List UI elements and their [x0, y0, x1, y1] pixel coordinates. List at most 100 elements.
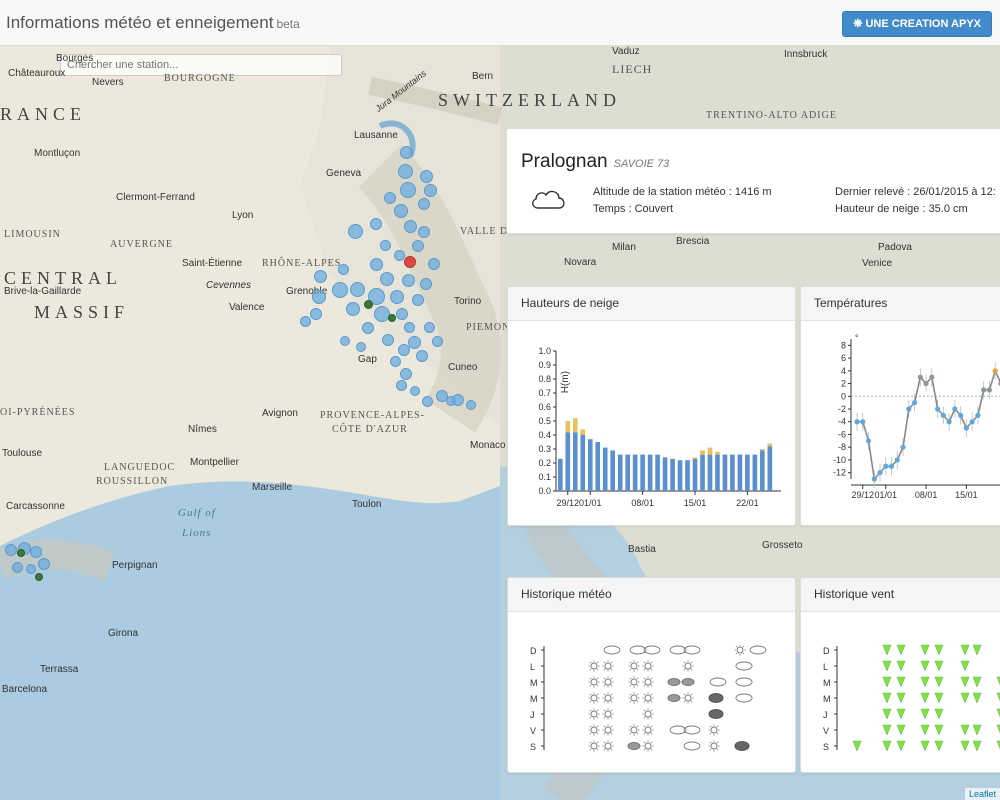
station-marker[interactable]	[380, 240, 391, 251]
station-marker[interactable]	[400, 368, 412, 380]
station-marker[interactable]	[402, 274, 415, 287]
station-marker[interactable]	[404, 322, 415, 333]
station-marker[interactable]	[466, 400, 476, 410]
station-marker[interactable]	[412, 240, 424, 252]
sun-ray	[629, 668, 632, 671]
station-marker-green[interactable]	[35, 573, 43, 581]
station-marker[interactable]	[418, 198, 430, 210]
station-marker[interactable]	[346, 302, 360, 316]
station-marker[interactable]	[338, 264, 349, 275]
label-monaco: Monaco	[470, 440, 506, 451]
label-carcassonne: Carcassonne	[6, 501, 65, 512]
snow-panel-title: Hauteurs de neige	[508, 287, 795, 321]
station-marker[interactable]	[362, 322, 374, 334]
temp-point	[860, 419, 866, 425]
station-marker[interactable]	[30, 546, 42, 558]
sun-ray	[629, 661, 632, 664]
station-marker[interactable]	[382, 334, 394, 346]
sun-ray	[589, 725, 592, 728]
station-marker[interactable]	[398, 344, 410, 356]
sun-icon	[590, 678, 598, 686]
station-marker[interactable]	[390, 356, 401, 367]
y-tick-label: 0.7	[538, 388, 551, 398]
station-marker[interactable]	[408, 336, 421, 349]
temperature-chart: 8 6 4 2 0 -2 -4 -6 -8 -10 -12 ° 29/12 01/01 08/01 15/01	[833, 333, 1000, 500]
station-marker[interactable]	[380, 272, 394, 286]
sun-ray	[650, 677, 653, 680]
label-brive: Brive-la-Gaillarde	[4, 286, 82, 297]
label-switzerland: SWITZERLAND	[438, 90, 621, 110]
station-marker[interactable]	[420, 278, 432, 290]
rain-cloud-icon	[627, 742, 641, 750]
snow-bar-fresh	[692, 457, 698, 459]
station-marker-selected[interactable]	[404, 256, 416, 268]
station-marker-green[interactable]	[17, 549, 25, 557]
station-marker[interactable]	[424, 184, 437, 197]
cloud-icon	[709, 677, 727, 687]
station-marker[interactable]	[350, 282, 365, 297]
station-marker[interactable]	[5, 544, 17, 556]
station-marker[interactable]	[400, 182, 416, 198]
station-marker[interactable]	[420, 170, 433, 183]
station-marker[interactable]	[396, 380, 407, 391]
label-nimes: Nîmes	[188, 424, 217, 435]
station-marker[interactable]	[356, 342, 366, 352]
station-marker[interactable]	[398, 164, 413, 179]
station-marker[interactable]	[416, 350, 428, 362]
station-marker[interactable]	[384, 192, 396, 204]
sun-ray	[742, 645, 745, 648]
sun-ray	[589, 716, 592, 719]
sun-ray	[589, 732, 592, 735]
station-marker[interactable]	[38, 558, 50, 570]
station-marker[interactable]	[452, 394, 464, 406]
temp-point	[917, 374, 923, 380]
station-marker[interactable]	[418, 226, 430, 238]
station-marker[interactable]	[332, 282, 348, 298]
station-marker[interactable]	[390, 290, 404, 304]
station-marker[interactable]	[370, 258, 383, 271]
station-marker[interactable]	[412, 294, 424, 306]
station-marker[interactable]	[432, 336, 443, 347]
sun-icon	[644, 694, 652, 702]
station-marker[interactable]	[340, 336, 350, 346]
sun-icon	[684, 662, 692, 670]
station-marker[interactable]	[422, 396, 433, 407]
station-marker[interactable]	[12, 562, 23, 573]
label-cuneo: Cuneo	[448, 362, 478, 373]
station-marker[interactable]	[300, 316, 311, 327]
station-marker[interactable]	[312, 290, 326, 304]
sun-icon	[604, 710, 612, 718]
sun-ray	[650, 732, 653, 735]
station-marker[interactable]	[400, 146, 413, 159]
sun-ray	[636, 700, 639, 703]
sun-ray	[650, 684, 653, 687]
y-tick-label: 2	[841, 379, 846, 389]
station-marker[interactable]	[424, 322, 435, 333]
app-title[interactable]: Informations météo et enneigement beta	[6, 13, 300, 33]
station-marker[interactable]	[370, 218, 382, 230]
station-marker[interactable]	[428, 258, 440, 270]
station-marker[interactable]	[26, 564, 36, 574]
label-montlucon: Montluçon	[34, 148, 81, 159]
sun-ray	[603, 748, 606, 751]
station-marker-green[interactable]	[364, 300, 373, 309]
station-marker[interactable]	[410, 386, 420, 396]
station-marker[interactable]	[310, 308, 322, 320]
sun-icon	[644, 742, 652, 750]
station-marker[interactable]	[404, 220, 417, 233]
station-marker[interactable]	[396, 308, 408, 320]
label-lyon: Lyon	[232, 210, 254, 221]
label-bern: Bern	[472, 71, 494, 82]
sun-ray	[643, 693, 646, 696]
sun-ray	[643, 668, 646, 671]
temp-point	[865, 438, 872, 444]
station-marker[interactable]	[394, 204, 408, 218]
sun-icon	[604, 726, 612, 734]
station-marker[interactable]	[348, 224, 363, 239]
sun-ray	[603, 732, 606, 735]
temp-point	[929, 374, 935, 380]
station-marker-green[interactable]	[388, 314, 396, 322]
leaflet-attribution[interactable]: Leaflet	[964, 788, 1000, 800]
station-marker[interactable]	[314, 270, 327, 283]
apyx-button[interactable]: ❋ UNE CREATION APYX	[842, 11, 992, 37]
